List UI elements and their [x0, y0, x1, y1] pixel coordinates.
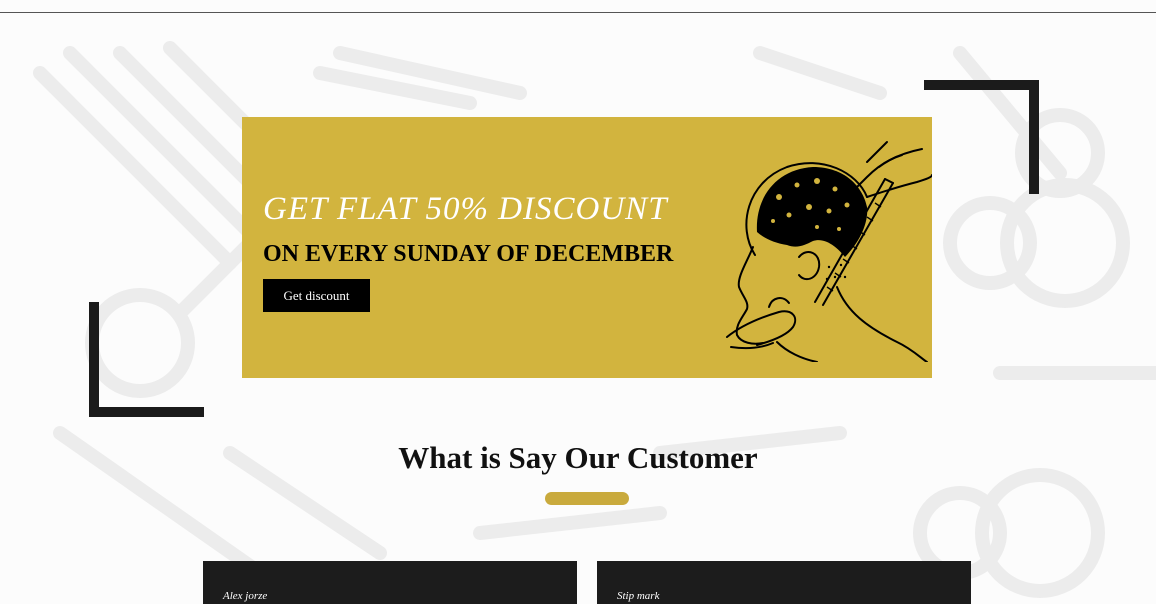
- testimonial-card: Alex jorze: [203, 561, 577, 604]
- comb-icon: [33, 41, 267, 270]
- page: GET FLAT 50% DISCOUNT ON EVERY SUNDAY OF…: [0, 0, 1156, 604]
- corner-bracket-top-right-vertical: [1029, 80, 1039, 194]
- corner-bracket-bottom-left-horizontal: [89, 407, 204, 417]
- discount-heading: GET FLAT 50% DISCOUNT: [263, 191, 668, 227]
- corner-bracket-top-right-horizontal: [924, 80, 1039, 90]
- discount-subheading: ON EVERY SUNDAY OF DECEMBER: [263, 241, 674, 267]
- barber-cutting-hair-illustration: [726, 141, 932, 362]
- customer-name: Stip mark: [617, 590, 660, 602]
- discount-banner: GET FLAT 50% DISCOUNT ON EVERY SUNDAY OF…: [242, 117, 932, 378]
- get-discount-button[interactable]: Get discount: [263, 279, 370, 312]
- testimonials-title: What is Say Our Customer: [398, 440, 758, 475]
- title-underline-accent: [545, 492, 629, 505]
- customer-name: Alex jorze: [223, 590, 268, 602]
- testimonial-card: Stip mark: [597, 561, 971, 604]
- corner-bracket-bottom-left-vertical: [89, 302, 99, 417]
